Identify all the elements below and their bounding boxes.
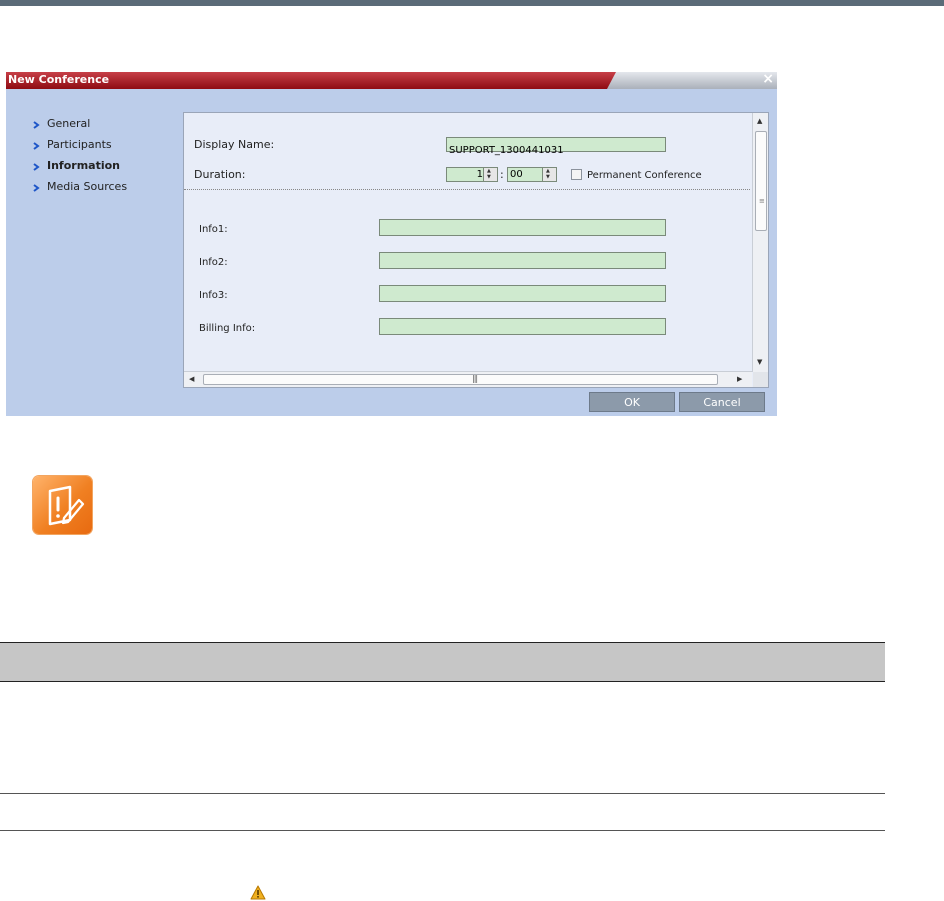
nav-item-label: General (47, 117, 91, 130)
table-row-divider (0, 793, 885, 794)
display-name-label: Display Name: (194, 138, 275, 151)
duration-hours-input[interactable] (447, 168, 485, 181)
new-conference-dialog: New Conference × General Participants In… (6, 71, 777, 416)
table-header (0, 642, 885, 682)
scroll-down-icon[interactable]: ▼ (757, 358, 762, 366)
duration-label: Duration: (194, 168, 246, 181)
chevron-right-icon (33, 121, 40, 129)
vertical-scroll-thumb[interactable]: ≡ (755, 131, 767, 231)
close-icon[interactable]: × (762, 71, 774, 87)
scroll-up-icon[interactable]: ▲ (757, 117, 762, 125)
spin-down-icon[interactable]: ▼ (487, 175, 491, 180)
grip-icon: ||| (472, 374, 478, 383)
top-bar (0, 0, 944, 6)
side-nav: General Participants Information Media S… (30, 116, 127, 200)
minutes-spin-buttons[interactable]: ▲ ▼ (542, 168, 556, 181)
warning-icon (250, 885, 266, 900)
info3-field[interactable] (380, 291, 665, 306)
info2-field-box (379, 252, 666, 273)
table-row-divider (0, 830, 885, 831)
chevron-right-icon (33, 184, 40, 192)
hours-spin-buttons[interactable]: ▲ ▼ (483, 168, 497, 181)
information-panel: Display Name: Duration: ▲ ▼ : ▲ ▼ Perman… (183, 112, 769, 388)
duration-separator: : (500, 168, 504, 181)
grip-icon: ≡ (759, 197, 765, 205)
info3-field-box (379, 285, 666, 306)
info1-label: Info1: (199, 224, 228, 235)
nav-item-participants[interactable]: Participants (30, 137, 127, 158)
nav-item-label: Information (47, 159, 120, 172)
horizontal-scroll-thumb[interactable]: ||| (203, 374, 718, 385)
info1-field-box (379, 219, 666, 240)
chevron-right-icon (33, 163, 40, 171)
chevron-right-icon (33, 142, 40, 150)
billing-info-label: Billing Info: (199, 323, 256, 334)
duration-minutes-input[interactable] (508, 168, 544, 181)
duration-hours-stepper[interactable]: ▲ ▼ (446, 167, 498, 182)
section-divider (184, 189, 750, 190)
display-name-field-box (446, 137, 666, 157)
title-bar-tab (607, 72, 777, 89)
permanent-conference-checkbox[interactable] (571, 169, 582, 180)
nav-item-information[interactable]: Information (30, 158, 127, 179)
duration-minutes-stepper[interactable]: ▲ ▼ (507, 167, 557, 182)
dialog-title: New Conference (8, 73, 110, 86)
scroll-corner (753, 372, 768, 387)
spin-down-icon[interactable]: ▼ (546, 175, 550, 180)
nav-item-media-sources[interactable]: Media Sources (30, 179, 127, 200)
scroll-right-icon[interactable]: ▶ (737, 375, 742, 383)
permanent-conference-label: Permanent Conference (587, 170, 702, 181)
info3-label: Info3: (199, 290, 228, 301)
nav-item-general[interactable]: General (30, 116, 127, 137)
note-icon (33, 476, 92, 534)
scroll-left-icon[interactable]: ◀ (189, 375, 194, 383)
dialog-title-bar[interactable]: New Conference × (6, 71, 777, 89)
nav-item-label: Media Sources (47, 180, 128, 193)
cancel-button[interactable]: Cancel (679, 392, 765, 412)
ok-button[interactable]: OK (589, 392, 675, 412)
vertical-scrollbar[interactable]: ▲ ≡ ▼ (752, 113, 768, 372)
note-pencil-icon (48, 485, 85, 526)
nav-item-label: Participants (47, 138, 112, 151)
billing-info-field-box (379, 318, 666, 339)
billing-info-field[interactable] (380, 324, 665, 339)
info2-field[interactable] (380, 258, 665, 273)
info1-field[interactable] (380, 225, 665, 240)
info2-label: Info2: (199, 257, 228, 268)
horizontal-scrollbar[interactable]: ◀ ||| ▶ (184, 371, 752, 387)
display-name-field[interactable] (447, 144, 665, 157)
